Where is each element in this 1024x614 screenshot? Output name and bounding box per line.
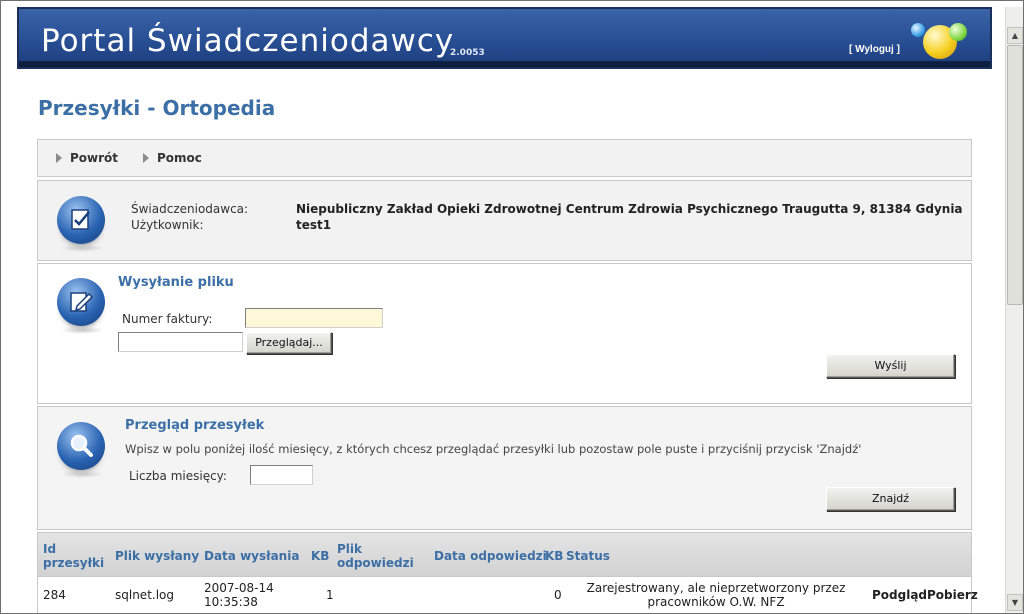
cell-sent-file: sqlnet.log [115, 588, 175, 602]
upload-panel: Wysyłanie pliku Numer faktury: Przegląda… [37, 263, 972, 404]
scroll-thumb[interactable] [1007, 45, 1023, 305]
nav-help-label: Pomoc [157, 151, 202, 165]
cell-kb-sent: 1 [326, 588, 334, 602]
nav-back-link[interactable]: Powrót [56, 151, 118, 165]
shipment-search-panel: Przegląd przesyłek Wpisz w polu poniżej … [37, 406, 972, 530]
edit-document-icon [57, 278, 105, 326]
scroll-up-button[interactable]: ▲ [1007, 27, 1023, 44]
icon-shadow [60, 326, 104, 334]
nav-bar: Powrót Pomoc [37, 139, 972, 177]
search-section-title: Przegląd przesyłek [125, 418, 265, 433]
invoice-number-label: Numer faktury: [122, 312, 213, 326]
cell-sent-date: 2007-08-14 10:35:38 [204, 581, 274, 609]
cell-status-line2: pracowników O.W. NFZ [647, 595, 785, 609]
nav-back-label: Powrót [70, 151, 119, 165]
cell-id: 284 [43, 588, 66, 602]
col-header-id-line2: przesyłki [43, 556, 105, 570]
checklist-icon [57, 196, 105, 244]
cell-status-line1: Zarejestrowany, ale nieprzetworzony prze… [586, 581, 846, 595]
user-label: Użytkownik: [131, 218, 204, 232]
blue-ball-icon [911, 23, 925, 37]
table-row: 284 sqlnet.log 2007-08-14 10:35:38 1 0 Z… [37, 577, 978, 613]
col-header-id-line1: Id [43, 542, 57, 556]
col-header-sent-file[interactable]: Plik wysłany [115, 549, 199, 563]
nav-help-link[interactable]: Pomoc [143, 151, 202, 165]
col-header-sent-date[interactable]: Data wysłania [204, 549, 299, 563]
header-bottom-strip [19, 61, 990, 67]
find-button[interactable]: Znajdź [826, 487, 955, 511]
version-label: 2.0053 [450, 48, 485, 58]
download-link[interactable]: Pobierz [927, 588, 978, 602]
vertical-scrollbar[interactable]: ▲ ▼ [1005, 7, 1023, 613]
send-button[interactable]: Wyślij [826, 354, 955, 378]
provider-label: Świadczeniodawca: [131, 202, 249, 216]
green-ball-icon [949, 23, 967, 41]
invoice-number-input[interactable] [245, 308, 383, 328]
provider-value: Niepubliczny Zakład Opieki Zdrowotnej Ce… [296, 202, 963, 216]
cell-kb-response: 0 [554, 588, 562, 602]
col-header-kb-response[interactable]: KB [545, 549, 563, 563]
cell-status: Zarejestrowany, ale nieprzetworzony prze… [586, 581, 846, 609]
search-hint-text: Wpisz w polu poniżej ilość miesięcy, z k… [125, 442, 862, 456]
provider-info-panel: Świadczeniodawca: Użytkownik: Niepublicz… [37, 180, 972, 261]
col-header-response-file-line1: Plik [337, 542, 363, 556]
arrow-right-icon [56, 153, 62, 163]
col-header-status[interactable]: Status [566, 549, 610, 563]
shipments-table-header: Id przesyłki Plik wysłany Data wysłania … [37, 532, 972, 577]
scroll-down-button[interactable]: ▼ [1007, 594, 1023, 611]
col-header-kb-sent[interactable]: KB [311, 549, 329, 563]
user-value: test1 [296, 218, 332, 232]
file-path-input[interactable] [118, 332, 243, 352]
icon-shadow [60, 244, 104, 252]
months-input[interactable] [250, 465, 313, 485]
upload-section-title: Wysyłanie pliku [118, 275, 234, 290]
cell-sent-date-line2: 10:35:38 [204, 595, 258, 609]
portal-header: Portal Świadczeniodawcy 2.0053 [ Wyloguj… [17, 7, 992, 69]
col-header-response-date[interactable]: Data odpowiedzi [434, 549, 547, 563]
arrow-right-icon [143, 153, 149, 163]
col-header-response-file-line2: odpowiedzi [337, 556, 414, 570]
col-header-id[interactable]: Id przesyłki [43, 542, 104, 570]
page-title: Przesyłki - Ortopedia [38, 96, 276, 120]
cell-sent-date-line1: 2007-08-14 [204, 581, 274, 595]
preview-link[interactable]: Podgląd [872, 588, 927, 602]
browse-button[interactable]: Przeglądaj... [246, 332, 332, 354]
months-label: Liczba miesięcy: [129, 469, 227, 483]
logout-link[interactable]: [ Wyloguj ] [849, 44, 900, 55]
browser-viewport: Portal Świadczeniodawcy 2.0053 [ Wyloguj… [0, 0, 1024, 614]
icon-shadow [60, 470, 104, 478]
portal-title: Portal Świadczeniodawcy [41, 23, 455, 59]
col-header-response-file[interactable]: Plik odpowiedzi [337, 542, 414, 570]
magnifier-icon [57, 422, 105, 470]
